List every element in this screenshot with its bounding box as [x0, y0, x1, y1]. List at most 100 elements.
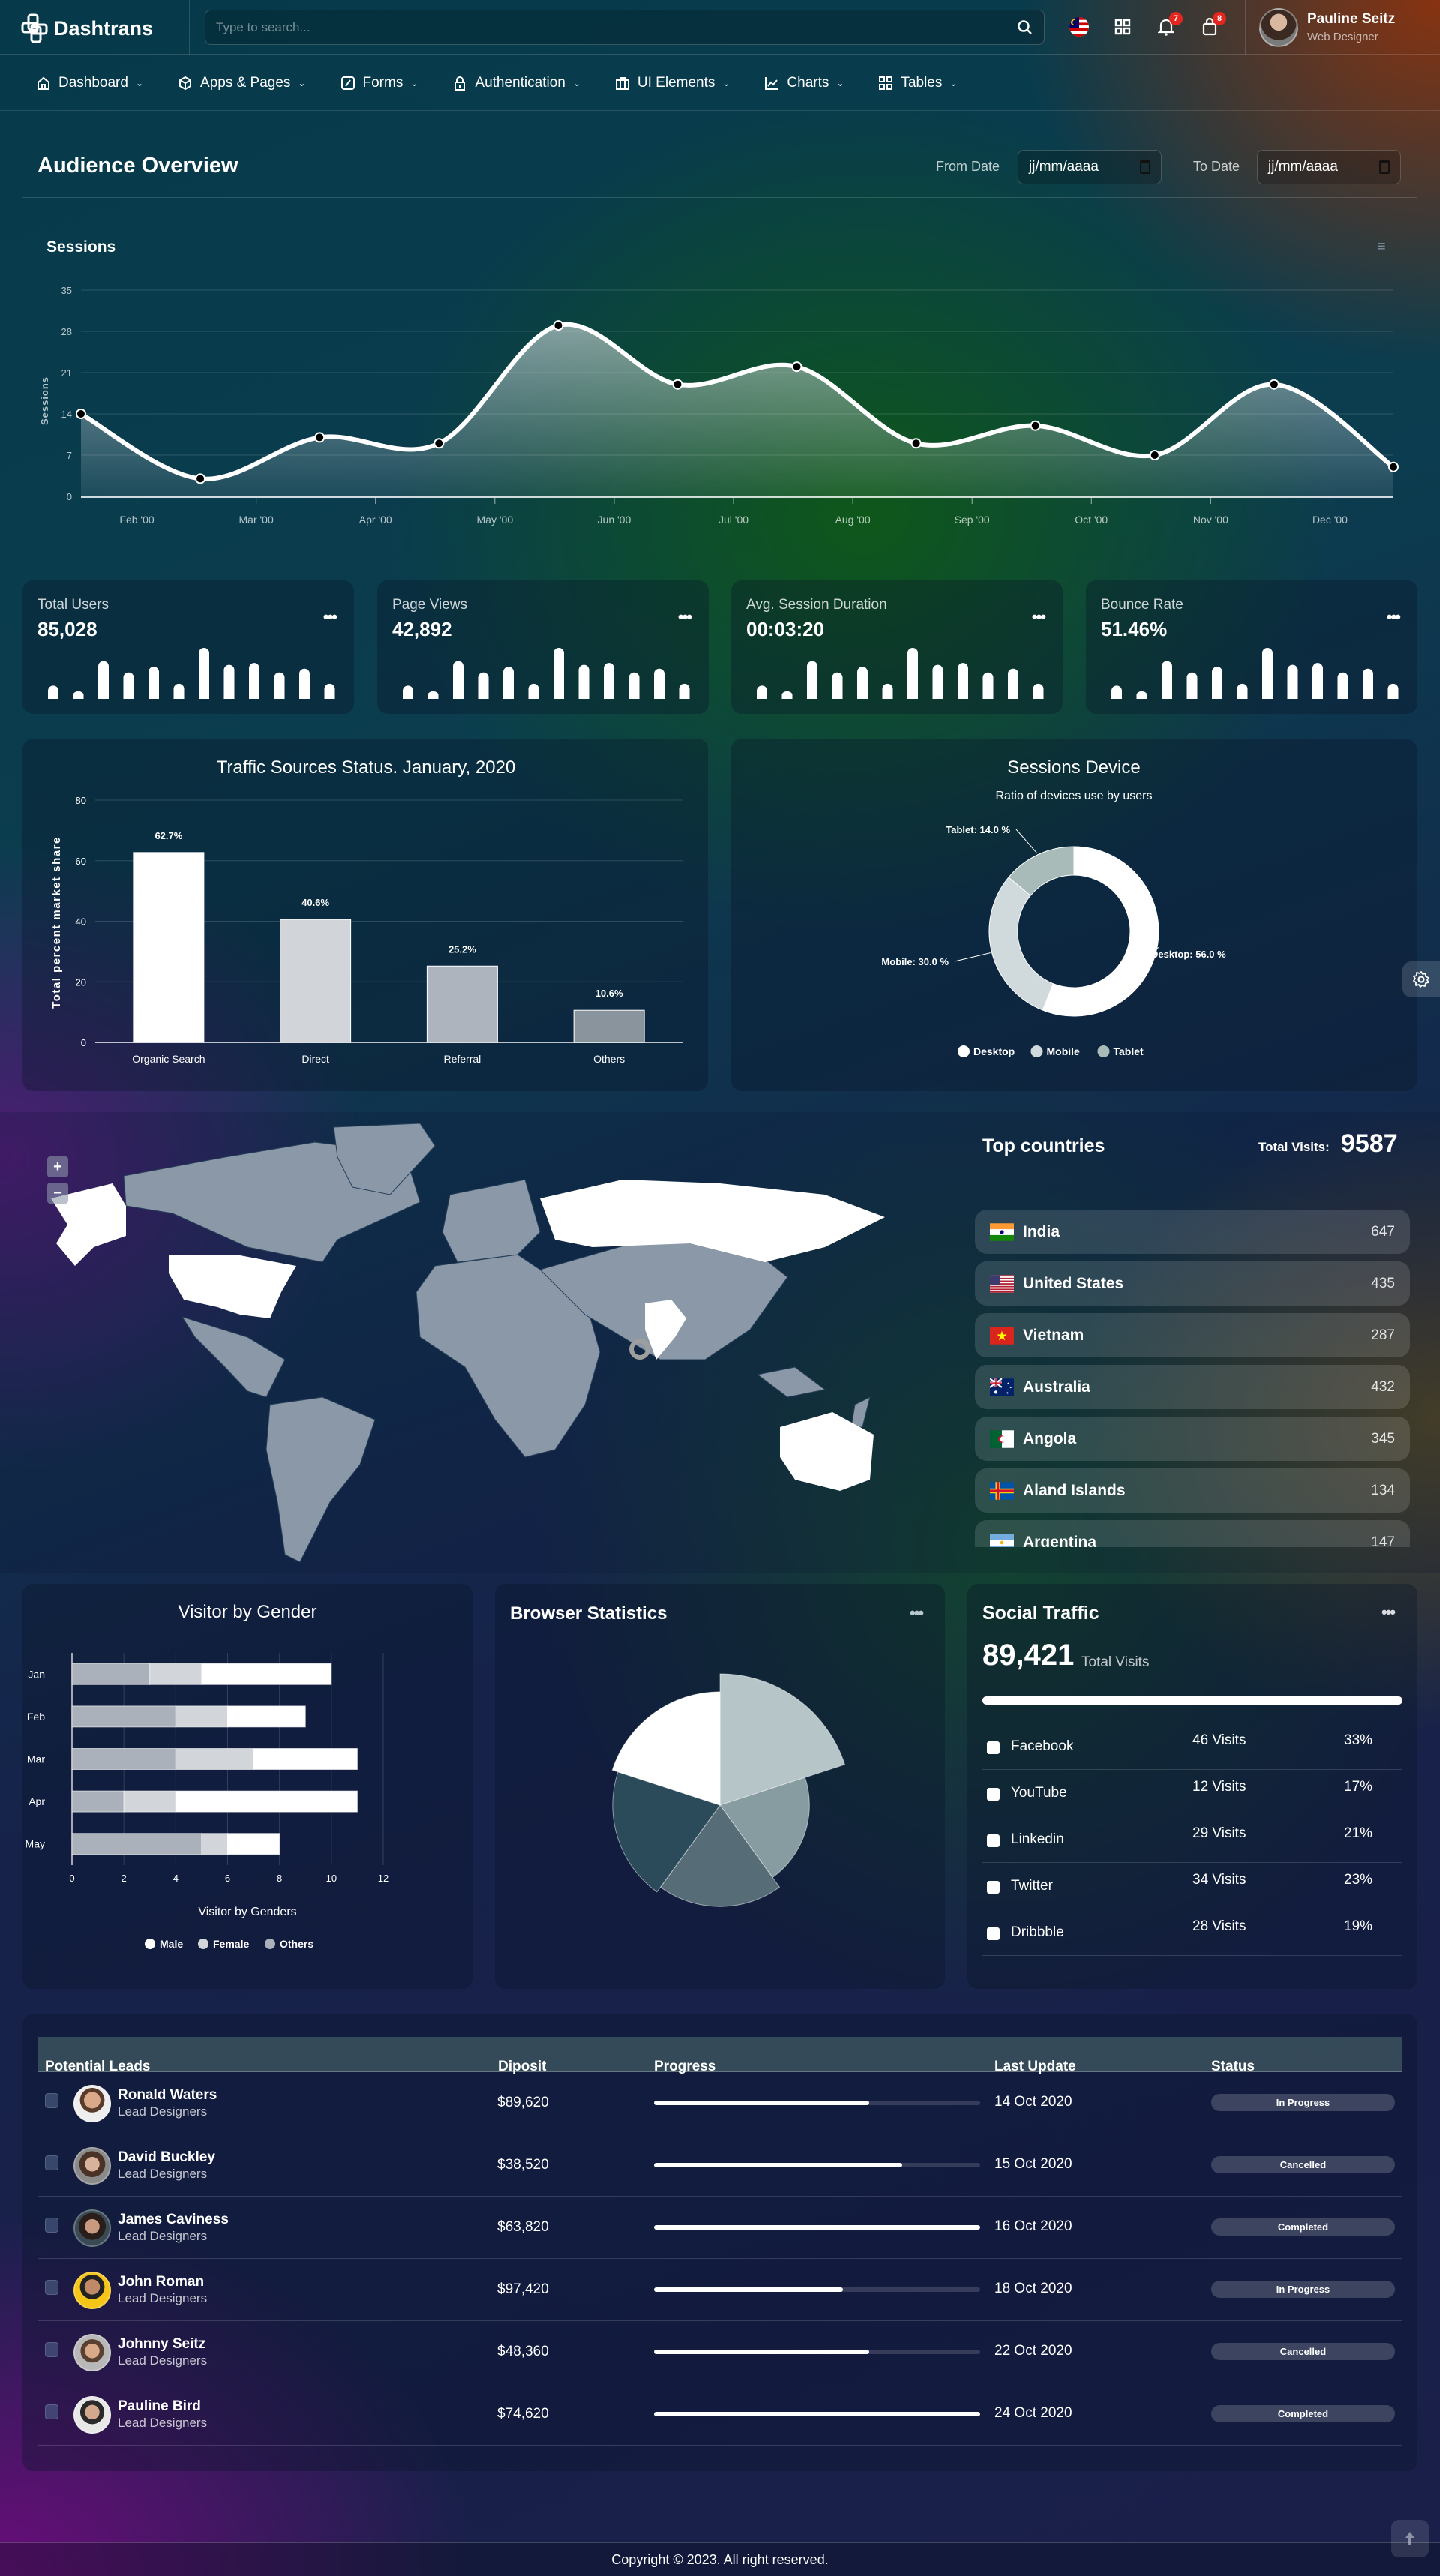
social-checkbox[interactable]: [987, 1834, 1000, 1847]
data-point: [314, 432, 326, 443]
mini-bar-base: [1162, 694, 1172, 699]
nav-forms[interactable]: Forms ⌄: [340, 75, 418, 91]
country-name: Australia: [1023, 1378, 1090, 1396]
bar-segment: [71, 1833, 202, 1855]
vietnam-flag-icon: [990, 1326, 1014, 1345]
nav-authentication[interactable]: Authentication ⌄: [452, 75, 580, 91]
mini-bar-base: [1136, 694, 1148, 699]
search-icon[interactable]: [1017, 19, 1034, 36]
country-item[interactable]: Australia 432: [975, 1365, 1410, 1409]
x-tick-label: Organic Search: [132, 1053, 205, 1065]
cube-icon: [179, 76, 192, 90]
country-item[interactable]: Argentina 147: [975, 1520, 1410, 1547]
social-checkbox[interactable]: [987, 1741, 1000, 1754]
y-tick-label: 0: [81, 1037, 86, 1048]
data-point: [1030, 420, 1041, 431]
bar-segment: [227, 1705, 306, 1728]
social-checkbox[interactable]: [987, 1788, 1000, 1801]
mini-bar-base: [478, 694, 489, 699]
bar-segment: [71, 1705, 176, 1728]
social-progress-fill: [982, 1696, 1402, 1705]
more-options-icon[interactable]: •••: [1032, 607, 1046, 627]
page-title: Audience Overview: [38, 154, 238, 178]
mini-bar-base: [628, 694, 640, 699]
more-options-icon[interactable]: •••: [323, 607, 338, 627]
apps-grid-icon[interactable]: [1112, 16, 1133, 37]
nav-dashboard[interactable]: Dashboard ⌄: [36, 75, 143, 91]
legend-label: Others: [280, 1938, 314, 1950]
y-tick-label: Jan: [28, 1668, 45, 1680]
nav-tables[interactable]: Tables ⌄: [878, 75, 957, 91]
world-map[interactable]: [0, 1112, 960, 1573]
social-item-facebook: Facebook 46 Visits 33%: [982, 1723, 1402, 1770]
data-point: [553, 320, 564, 331]
country-item[interactable]: Angola 345: [975, 1417, 1410, 1461]
more-options-icon[interactable]: •••: [678, 607, 692, 627]
row-checkbox[interactable]: [45, 2342, 58, 2357]
cart-button[interactable]: 8: [1199, 12, 1226, 37]
row-checkbox[interactable]: [45, 2280, 58, 2295]
from-date-input[interactable]: jj/mm/aaaa: [1018, 150, 1162, 184]
social-checkbox[interactable]: [987, 1927, 1000, 1940]
india-flag-icon: [990, 1222, 1014, 1241]
row-checkbox[interactable]: [45, 2218, 58, 2233]
nav-charts[interactable]: Charts ⌄: [764, 75, 844, 91]
more-options-icon[interactable]: •••: [1382, 1603, 1396, 1622]
table-row: Johnny Seitz Lead Designers $48,360 22 O…: [38, 2321, 1402, 2383]
nav-ui-elements[interactable]: UI Elements ⌄: [615, 75, 730, 91]
chart-title: Sessions Device: [1007, 757, 1140, 778]
row-checkbox[interactable]: [45, 2155, 58, 2170]
stat-value: 51.46%: [1101, 618, 1168, 640]
mini-bar-base: [48, 694, 58, 699]
nav-label: Dashboard: [58, 74, 128, 91]
chevron-down-icon: ⌄: [410, 77, 418, 88]
social-percent: 19%: [1344, 1918, 1373, 1934]
progress-fill: [654, 2101, 870, 2105]
us-flag-icon: [990, 1274, 1014, 1293]
to-date-input[interactable]: jj/mm/aaaa: [1257, 150, 1401, 184]
nav-apps-pages[interactable]: Apps & Pages ⌄: [178, 75, 306, 91]
chart-title: Visitor by Gender: [178, 1602, 317, 1622]
logo-icon: [21, 13, 48, 43]
row-checkbox[interactable]: [45, 2404, 58, 2419]
mini-bar-base: [1337, 694, 1348, 699]
more-options-icon[interactable]: •••: [1387, 607, 1401, 627]
search-input[interactable]: [216, 19, 1017, 35]
country-name: United States: [1023, 1274, 1124, 1292]
x-tick-label: Aug '00: [836, 514, 871, 526]
lead-role: Lead Designers: [118, 2104, 208, 2119]
row-checkbox[interactable]: [45, 2093, 58, 2108]
language-flag-icon[interactable]: [1069, 16, 1090, 37]
mini-bar-base: [1186, 694, 1198, 699]
brand-logo[interactable]: Dashtrans: [21, 13, 153, 43]
legend-marker: [265, 1939, 275, 1949]
search-box[interactable]: [205, 10, 1045, 45]
settings-toggle-button[interactable]: [1402, 961, 1440, 997]
legend-label: Mobile: [1047, 1045, 1081, 1057]
country-item[interactable]: Aland Islands 134: [975, 1468, 1410, 1513]
social-traffic-title: Social Traffic: [982, 1603, 1100, 1624]
aland-flag-icon: [990, 1481, 1014, 1500]
chart-menu-icon[interactable]: ≡: [1377, 238, 1386, 256]
map-zoom-in-button[interactable]: +: [47, 1156, 68, 1177]
map-zoom-out-button[interactable]: −: [47, 1183, 68, 1204]
country-item[interactable]: Vietnam 287: [975, 1313, 1410, 1357]
social-visits: 28 Visits: [1192, 1918, 1246, 1934]
countries-list[interactable]: India 647 United States 435 Vietnam 287 …: [968, 1196, 1418, 1547]
x-tick-label: Others: [593, 1053, 625, 1065]
user-profile[interactable]: Pauline Seitz Web Designer: [1245, 0, 1440, 55]
mini-bar: [554, 648, 564, 699]
lead-role: Lead Designers: [118, 2229, 208, 2243]
lead-deposit: $38,520: [497, 2157, 549, 2173]
status-badge: In Progress: [1211, 2281, 1395, 2298]
legend-marker: [145, 1939, 155, 1949]
country-item[interactable]: United States 435: [975, 1261, 1410, 1306]
social-checkbox[interactable]: [987, 1881, 1000, 1894]
calendar-icon[interactable]: [1379, 160, 1390, 174]
notifications-button[interactable]: 7: [1156, 12, 1183, 37]
calendar-icon[interactable]: [1140, 160, 1150, 174]
country-item[interactable]: India 647: [975, 1210, 1410, 1254]
social-name: Linkedin: [1011, 1831, 1064, 1847]
gear-icon: [1413, 971, 1430, 988]
back-to-top-button[interactable]: [1391, 2520, 1429, 2557]
